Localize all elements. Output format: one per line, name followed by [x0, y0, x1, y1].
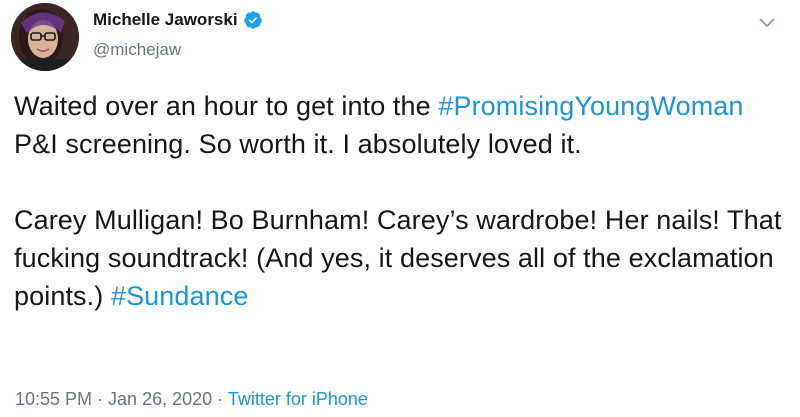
hashtag-promising-young-woman[interactable]: #PromisingYoungWoman — [438, 91, 743, 121]
verified-badge-icon — [243, 10, 263, 30]
tweet-time[interactable]: 10:55 PM — [15, 389, 92, 409]
avatar[interactable] — [11, 3, 79, 71]
meta-separator: · — [92, 389, 109, 409]
user-handle[interactable]: @michejaw — [93, 40, 181, 60]
display-name[interactable]: Michelle Jaworski — [93, 10, 238, 30]
hashtag-sundance[interactable]: #Sundance — [111, 281, 249, 311]
more-options-caret[interactable] — [756, 12, 778, 34]
tweet-text: Waited over an hour to get into the #Pro… — [14, 87, 784, 315]
tweet-text-segment: P&I screening. So worth it. I absolutely… — [14, 129, 582, 159]
tweet-paragraph-2: Carey Mulligan! Bo Burnham! Carey’s ward… — [14, 201, 784, 315]
tweet-meta: 10:55 PM · Jan 26, 2020 · Twitter for iP… — [15, 389, 368, 410]
tweet-text-segment: Waited over an hour to get into the — [14, 91, 439, 121]
tweet-paragraph-1: Waited over an hour to get into the #Pro… — [14, 87, 784, 163]
tweet-source-link[interactable]: Twitter for iPhone — [228, 389, 368, 409]
chevron-down-icon — [759, 18, 775, 27]
author-name-row: Michelle Jaworski — [93, 10, 263, 30]
tweet-card: Michelle Jaworski @michejaw Waited over … — [0, 0, 800, 417]
avatar-image — [11, 3, 79, 71]
meta-separator: · — [212, 389, 228, 409]
tweet-date[interactable]: Jan 26, 2020 — [108, 389, 212, 409]
